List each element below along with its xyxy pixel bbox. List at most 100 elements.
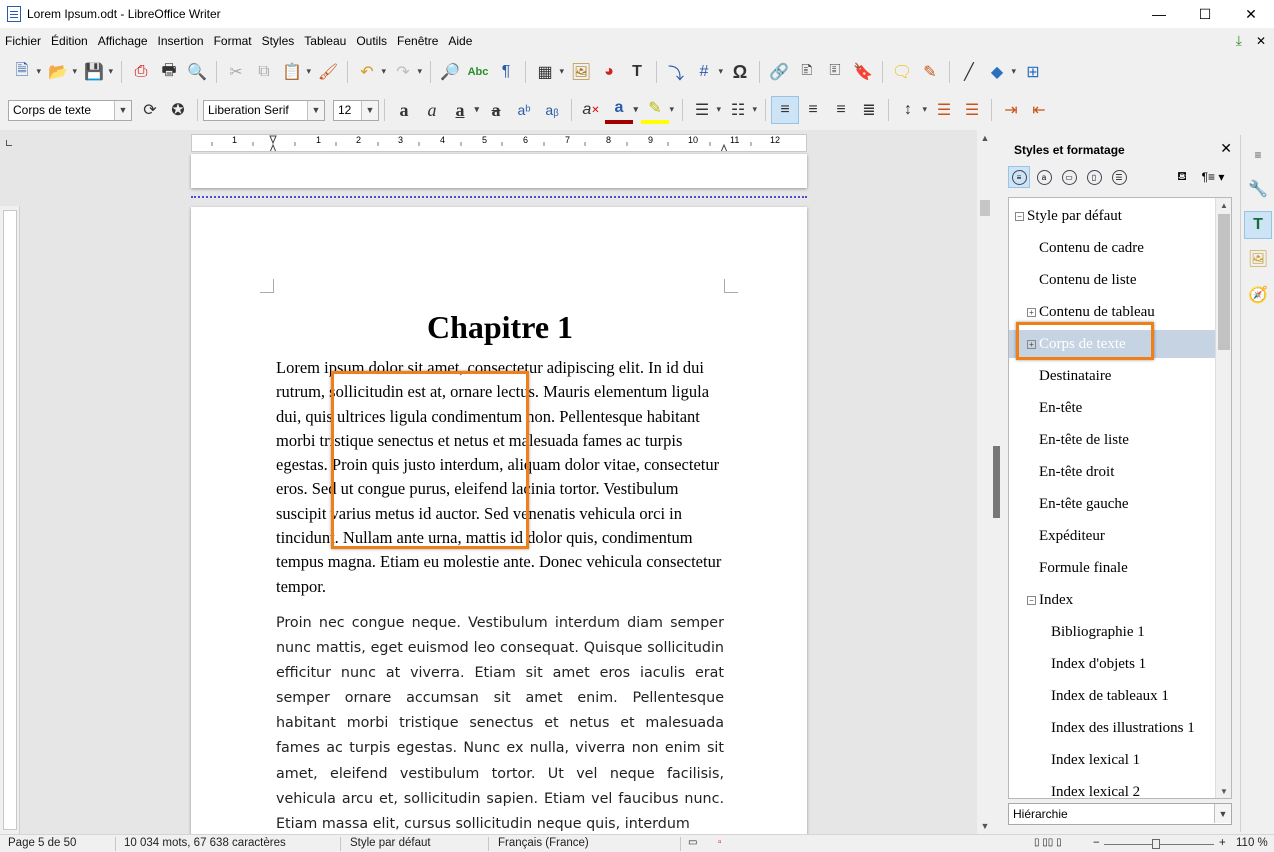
increase-paragraph-spacing-icon[interactable]: ☰ xyxy=(930,96,958,124)
paragraph-styles-icon[interactable]: ≡ xyxy=(1008,166,1030,188)
style-tree-item[interactable]: Bibliographie 1 xyxy=(1009,618,1215,646)
menu-tableau[interactable]: Tableau xyxy=(299,34,351,48)
style-tree-item[interactable]: Contenu de cadre xyxy=(1009,234,1215,262)
collapse-icon[interactable]: − xyxy=(1015,211,1024,221)
chevron-down-icon[interactable]: ▼ xyxy=(361,100,378,120)
highlighting-color-icon[interactable]: ✎ xyxy=(641,96,674,124)
insert-hyperlink-icon[interactable]: 🔗 xyxy=(765,58,793,86)
style-tree-item[interactable]: Index d'objets 1 xyxy=(1009,650,1215,678)
menu-edition[interactable]: Édition xyxy=(46,34,93,48)
navigator-icon[interactable]: 🧭 xyxy=(1244,281,1272,309)
language-indicator[interactable]: Français (France) xyxy=(498,837,589,849)
style-actions-icon[interactable]: ¶≡ ▾ xyxy=(1196,166,1230,188)
clone-formatting-icon[interactable]: 🖌 xyxy=(314,58,342,86)
style-tree-item[interactable]: Formule finale xyxy=(1009,554,1215,582)
line-spacing-icon[interactable]: ↕ xyxy=(894,96,927,124)
chevron-down-icon[interactable]: ▼ xyxy=(307,100,324,120)
chevron-down-icon[interactable]: ▼ xyxy=(114,100,131,120)
unordered-list-icon[interactable]: ☰ xyxy=(688,96,721,124)
expand-icon[interactable]: + xyxy=(1027,339,1036,349)
style-tree-item[interactable]: Index lexical 2 xyxy=(1009,778,1215,799)
style-tree-item[interactable]: − Index xyxy=(1009,586,1215,614)
view-layout-icons[interactable]: ▯ ▯▯ ▯ xyxy=(1034,837,1062,848)
fill-format-icon[interactable]: ⛾ xyxy=(1171,166,1193,188)
spelling-icon[interactable]: Abc xyxy=(464,58,492,86)
strikethrough-icon[interactable]: a xyxy=(482,96,510,124)
zoom-out-icon[interactable]: − xyxy=(1093,837,1100,849)
redo-icon[interactable]: ↷ xyxy=(389,58,422,86)
scroll-down-icon[interactable]: ▼ xyxy=(977,818,993,834)
chapter-heading[interactable]: Chapitre 1 xyxy=(276,309,724,346)
font-size-select[interactable]: 12 ▼ xyxy=(333,99,379,121)
document-page[interactable]: Chapitre 1 Lorem ipsum dolor sit amet, c… xyxy=(191,207,807,834)
styles-tree-scrollbar[interactable]: ▲ ▼ xyxy=(1215,198,1231,798)
clear-formatting-icon[interactable]: a ✕ xyxy=(577,96,605,124)
page-style-indicator[interactable]: Style par défaut xyxy=(350,837,431,849)
update-download-icon[interactable]: ⤓ xyxy=(1236,32,1242,49)
style-tree-item[interactable]: En-tête droit xyxy=(1009,458,1215,486)
style-filter-select[interactable]: Hiérarchie ▼ xyxy=(1008,803,1232,825)
minimize-button[interactable]: — xyxy=(1136,0,1182,28)
style-tree-item[interactable]: En-tête xyxy=(1009,394,1215,422)
formatting-marks-icon[interactable]: ¶ xyxy=(492,58,520,86)
insert-table-icon[interactable]: ▦ xyxy=(531,58,564,86)
ruler-tab-selector[interactable] xyxy=(6,140,12,146)
menu-insertion[interactable]: Insertion xyxy=(153,34,209,48)
style-tree-item[interactable]: En-tête de liste xyxy=(1009,426,1215,454)
expand-icon[interactable]: + xyxy=(1027,307,1036,317)
first-indent-marker[interactable] xyxy=(269,135,277,145)
superscript-icon[interactable]: aᵇ xyxy=(510,96,538,124)
underline-icon[interactable]: a xyxy=(446,96,480,124)
scroll-up-icon[interactable]: ▲ xyxy=(977,130,993,146)
body-paragraph[interactable]: Lorem ipsum dolor sit amet, consectetur … xyxy=(276,356,726,599)
sidebar-collapse-handle[interactable] xyxy=(993,446,1000,518)
menu-outils[interactable]: Outils xyxy=(351,34,392,48)
menu-affichage[interactable]: Affichage xyxy=(93,34,153,48)
insert-chart-icon[interactable]: ◕ xyxy=(595,58,623,86)
style-tree-item[interactable]: En-tête gauche xyxy=(1009,490,1215,518)
style-tree-item[interactable]: + Corps de texte xyxy=(1009,330,1215,358)
align-left-icon[interactable]: ≡ xyxy=(771,96,799,124)
justify-icon[interactable]: ≣ xyxy=(855,96,883,124)
close-button[interactable]: ✕ xyxy=(1228,0,1274,28)
insert-comment-icon[interactable]: 🗨 xyxy=(888,58,916,86)
list-styles-icon[interactable]: ☰ xyxy=(1108,166,1130,188)
right-indent-marker[interactable] xyxy=(720,143,728,151)
left-indent-marker[interactable] xyxy=(269,143,277,151)
update-style-icon[interactable]: ⟳ xyxy=(136,96,164,124)
insert-endnote-icon[interactable]: 🗉 xyxy=(821,58,849,86)
sidebar-menu-icon[interactable]: ≡ xyxy=(1244,141,1272,169)
gallery-icon[interactable]: 🖼 xyxy=(1244,245,1272,273)
insert-bookmark-icon[interactable]: 🔖 xyxy=(849,58,877,86)
maximize-button[interactable]: ☐ xyxy=(1182,0,1228,28)
scrollbar-thumb[interactable] xyxy=(980,200,990,216)
selection-mode-icon[interactable]: ▭ xyxy=(688,837,697,848)
body-paragraph[interactable]: Proin nec congue neque. Vestibulum inter… xyxy=(276,611,724,834)
style-tree-item[interactable]: Contenu de liste xyxy=(1009,266,1215,294)
undo-icon[interactable]: ↶ xyxy=(353,58,386,86)
page-styles-icon[interactable]: ▯ xyxy=(1083,166,1105,188)
document-scrollbar[interactable]: ▲ ▼ xyxy=(977,130,993,834)
insert-line-icon[interactable]: ╱ xyxy=(955,58,983,86)
print-preview-icon[interactable]: 🔍 xyxy=(183,58,211,86)
vertical-ruler[interactable] xyxy=(0,206,20,834)
insert-textbox-icon[interactable]: T xyxy=(623,58,651,86)
insert-page-break-icon[interactable]: ⤵ xyxy=(662,58,690,86)
collapse-icon[interactable]: − xyxy=(1027,595,1036,605)
insert-image-icon[interactable]: 🖼 xyxy=(567,58,595,86)
properties-icon[interactable]: 🔧 xyxy=(1244,175,1272,203)
scroll-down-icon[interactable]: ▼ xyxy=(1216,784,1231,798)
menu-fichier[interactable]: Fichier xyxy=(0,34,46,48)
sidebar-close-icon[interactable]: ✕ xyxy=(1220,140,1232,157)
ordered-list-icon[interactable]: ☷ xyxy=(724,96,757,124)
insert-special-character-icon[interactable]: Ω xyxy=(726,58,754,86)
basic-shapes-icon[interactable]: ◆ xyxy=(983,58,1016,86)
find-replace-icon[interactable]: 🔎 xyxy=(436,58,464,86)
scrollbar-thumb[interactable] xyxy=(1218,214,1230,350)
style-tree-item[interactable]: Destinataire xyxy=(1009,362,1215,390)
increase-indent-icon[interactable]: ⇥ xyxy=(997,96,1025,124)
decrease-paragraph-spacing-icon[interactable]: ☰ xyxy=(958,96,986,124)
zoom-level[interactable]: 110 % xyxy=(1236,837,1268,849)
styles-tree[interactable]: Index lexical 2 Index lexical 1 Index des … xyxy=(1008,197,1232,799)
bold-icon[interactable]: a xyxy=(390,96,418,124)
